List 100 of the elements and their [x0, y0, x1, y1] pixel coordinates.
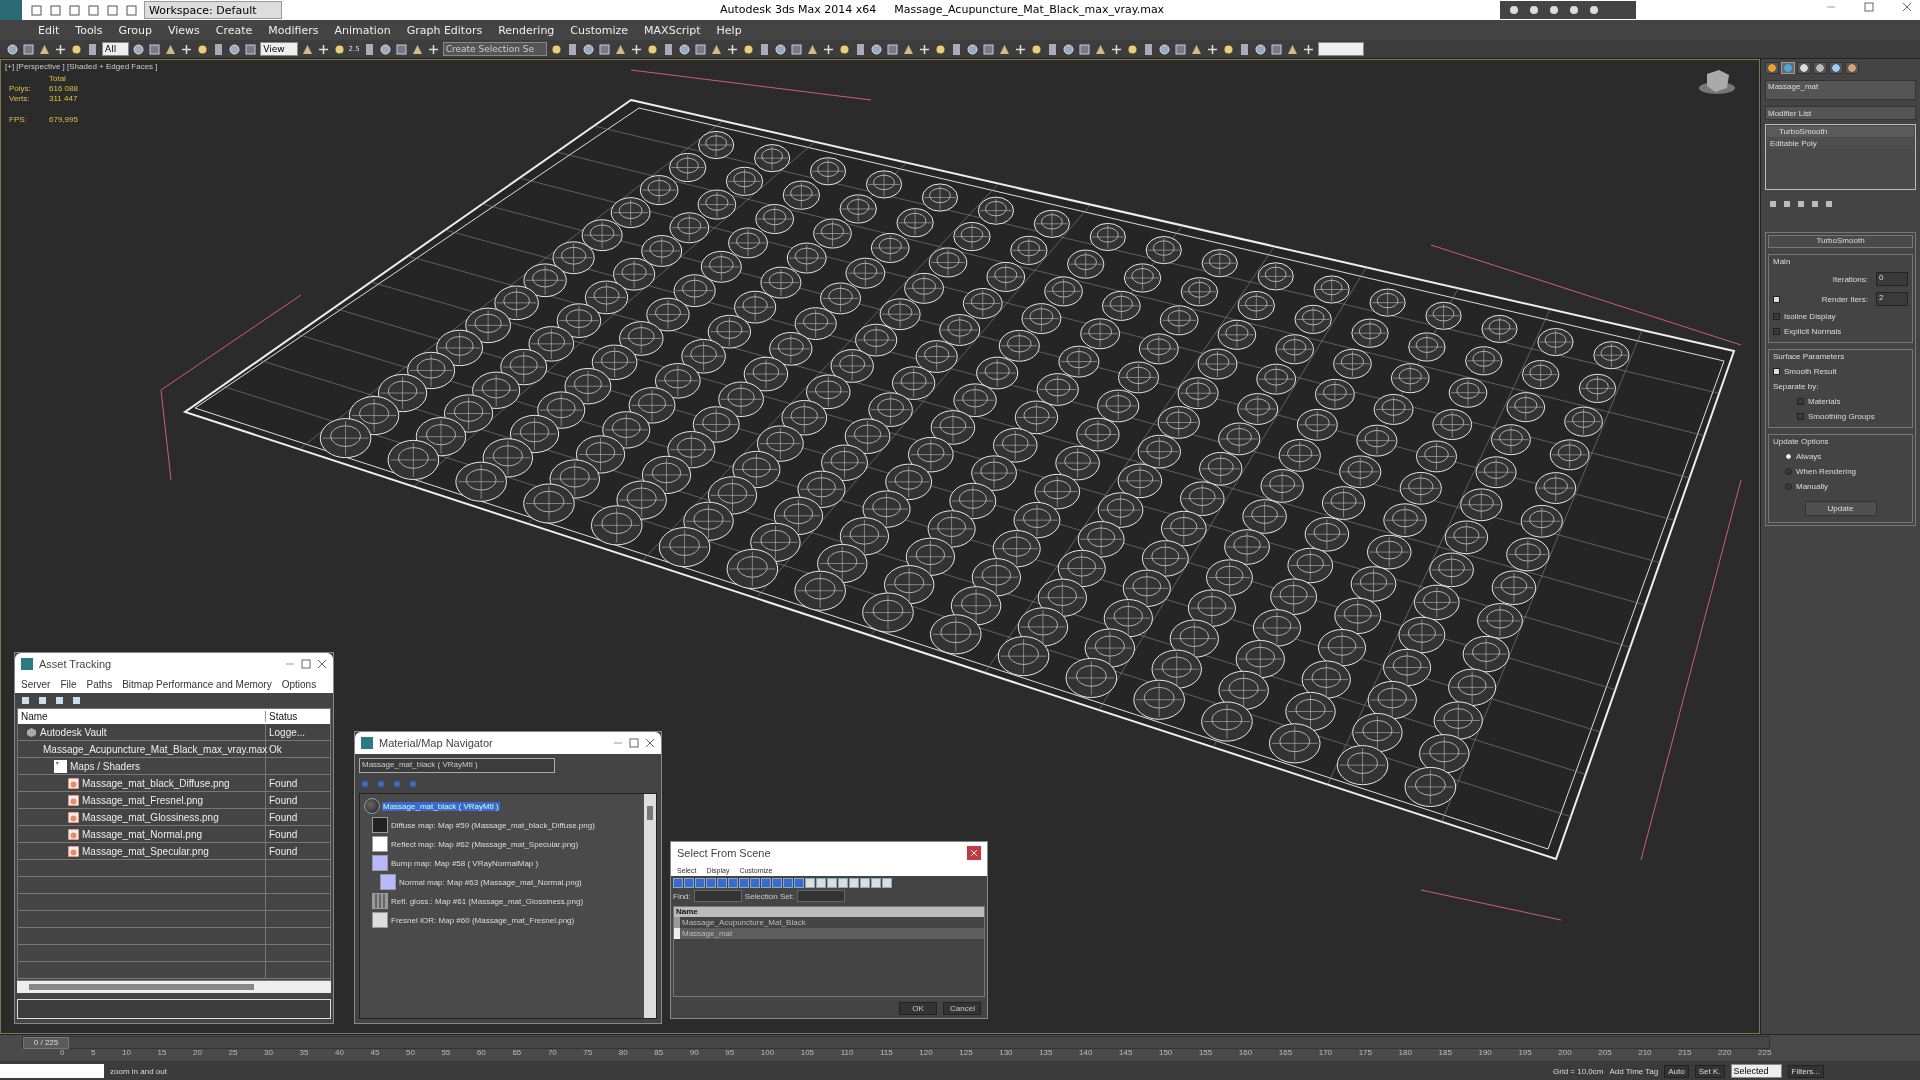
column-header[interactable]: Status: [266, 711, 330, 722]
group-title: Surface Parameters: [1773, 352, 1846, 361]
asset-name[interactable]: Massage_Acupuncture_Mat_Black_max_vray.max: [43, 743, 268, 755]
menu-item[interactable]: Bitmap Performance and Memory: [118, 678, 276, 690]
update-button[interactable]: Update: [1804, 501, 1877, 516]
rollout-title[interactable]: TurboSmooth: [1768, 235, 1913, 248]
asset-status: Found: [268, 828, 299, 840]
menu-item[interactable]: Rendering: [490, 23, 563, 37]
menu-item[interactable]: Modifiers: [260, 23, 327, 37]
named-selection-dropdown[interactable]: Create Selection Se: [442, 42, 548, 56]
separate-by-label: Separate by:: [1773, 382, 1820, 391]
frame-tick-label: 45: [370, 1048, 380, 1059]
window-title: Autodesk 3ds Max 2014 x64: [720, 3, 877, 16]
menu-item[interactable]: Help: [708, 23, 750, 37]
asset-status: Logge...: [268, 726, 307, 738]
menu-item[interactable]: Create: [207, 23, 261, 37]
radio-label: When Rendering: [1796, 467, 1857, 476]
stats-header: Total: [49, 74, 67, 83]
scene-object-row[interactable]: Massage_mat: [674, 928, 984, 939]
frame-tick-label: 100: [760, 1048, 775, 1059]
frame-tick-label: 170: [1318, 1048, 1333, 1059]
time-tag-label[interactable]: Add Time Tag: [1609, 1066, 1659, 1076]
asset-name[interactable]: Massage_mat_black_Diffuse.png: [82, 777, 230, 789]
asset-name[interactable]: Massage_mat_Fresnel.png: [82, 794, 204, 806]
group-title: Main: [1773, 257, 1792, 266]
set-key-button[interactable]: Set K.: [1694, 1064, 1725, 1078]
menu-item[interactable]: Graph Editors: [398, 23, 491, 37]
frame-tick-label: 90: [689, 1048, 699, 1059]
reference-coordinate-dropdown[interactable]: View: [260, 42, 298, 56]
time-slider-track[interactable]: 0 / 225: [22, 1036, 1770, 1049]
time-slider-thumb[interactable]: 0 / 225: [23, 1037, 69, 1049]
material-tree-item[interactable]: Diffuse map: Map #59 (Massage_mat_black_Diffuse.png): [390, 820, 596, 830]
auto-key-button[interactable]: Auto: [1664, 1064, 1689, 1078]
asset-status: Found: [268, 845, 299, 857]
material-tree-item[interactable]: Massage_mat_black ( VRayMtl ): [382, 801, 500, 811]
asset-name[interactable]: Massage_mat_Glossiness.png: [82, 811, 219, 823]
material-tree-item[interactable]: Refl. gloss.: Map #61 (Massage_mat_Glossiness.png): [390, 896, 585, 906]
key-filter-dropdown[interactable]: Selected: [1730, 1064, 1782, 1078]
modifier-stack-item[interactable]: TurboSmooth: [1767, 126, 1914, 137]
asset-name[interactable]: Autodesk Vault: [40, 726, 107, 738]
iterations-field[interactable]: 0: [1876, 272, 1908, 286]
status-prompt: zoom in and out: [110, 1066, 167, 1076]
frame-tick-label: 185: [1438, 1048, 1452, 1059]
frame-tick-label: 15: [157, 1048, 167, 1059]
modifier-stack-item[interactable]: Editable Poly: [1767, 138, 1914, 149]
frame-tick-label: 200: [1558, 1048, 1572, 1059]
material-name-field[interactable]: Massage_mat_black ( VRayMtl ): [359, 758, 555, 773]
checkbox-label: Smooth Result: [1784, 367, 1837, 376]
menu-item[interactable]: Customize: [562, 23, 637, 37]
asset-name[interactable]: Massage_mat_Normal.png: [82, 828, 203, 840]
menu-item[interactable]: Views: [159, 23, 208, 37]
modifier-list-dropdown[interactable]: Modifier List: [1765, 106, 1916, 120]
column-header[interactable]: Name: [18, 711, 266, 722]
radio-label: Always: [1796, 452, 1822, 461]
frame-tick-label: 60: [476, 1048, 486, 1059]
material-tree-item[interactable]: Normal map: Map #63 (Massage_mat_Normal.png): [398, 877, 583, 887]
frame-tick-label: 70: [547, 1048, 557, 1059]
frame-tick-label: 215: [1678, 1048, 1692, 1059]
frame-tick-label: 225: [1758, 1048, 1772, 1059]
render-iters-field[interactable]: 2: [1876, 292, 1908, 306]
menu-item[interactable]: Tools: [67, 23, 111, 37]
material-tree-item[interactable]: Bump map: Map #58 ( VRayNormalMap ): [390, 858, 540, 868]
ok-button[interactable]: OK: [899, 1002, 937, 1015]
stats-value: 616 088: [49, 84, 78, 93]
asset-name[interactable]: Maps / Shaders: [70, 760, 141, 772]
menu-item[interactable]: File: [56, 678, 81, 690]
dialog-title: Select From Scene: [677, 847, 772, 859]
menu-item[interactable]: Options: [277, 678, 321, 690]
frame-tick-label: 180: [1398, 1048, 1412, 1059]
frame-tick-label: 105: [800, 1048, 815, 1059]
material-tree-item[interactable]: Reflect map: Map #62 (Massage_mat_Specular.png): [390, 839, 580, 849]
menu-item[interactable]: Animation: [326, 23, 399, 37]
key-filters-button[interactable]: Filters...: [1787, 1064, 1824, 1078]
menu-item[interactable]: Server: [17, 678, 55, 690]
menu-item[interactable]: Paths: [82, 678, 117, 690]
frame-tick-label: 210: [1638, 1048, 1652, 1059]
cancel-button[interactable]: Cancel: [943, 1002, 981, 1015]
frame-tick-label: 130: [999, 1048, 1013, 1059]
asset-status: Found: [268, 811, 299, 823]
menu-item[interactable]: Edit: [30, 23, 68, 37]
menu-item[interactable]: Group: [110, 23, 160, 37]
workspace-dropdown[interactable]: Workspace: Default: [144, 1, 282, 19]
frame-tick-label: 25: [228, 1048, 238, 1059]
asset-name[interactable]: Massage_mat_Specular.png: [82, 845, 209, 857]
file-name: Massage_Acupuncture_Mat_Black_max_vray.max: [894, 3, 1165, 16]
dialog-title: Material/Map Navigator: [379, 737, 494, 749]
viewport-label[interactable]: [+] [Perspective ] [Shaded + Edged Faces ]: [5, 62, 158, 71]
selection-filter-dropdown[interactable]: All: [102, 42, 130, 56]
frame-tick-label: 155: [1198, 1048, 1213, 1059]
frame-tick-label: 190: [1478, 1048, 1492, 1059]
stats-label: Polys:: [9, 84, 32, 93]
frame-tick-label: 0: [60, 1048, 65, 1059]
column-header[interactable]: Name: [674, 907, 984, 917]
frame-tick-label: 40: [334, 1048, 344, 1059]
frame-tick-label: 220: [1718, 1048, 1732, 1059]
frame-tick-label: 140: [1079, 1048, 1093, 1059]
material-tree-item[interactable]: Fresnel IOR: Map #60 (Massage_mat_Fresnel.png): [390, 915, 576, 925]
menu-item[interactable]: MAXScript: [636, 23, 709, 37]
frame-tick-label: 115: [880, 1048, 893, 1059]
object-name-field[interactable]: Massage_mat: [1765, 80, 1916, 100]
